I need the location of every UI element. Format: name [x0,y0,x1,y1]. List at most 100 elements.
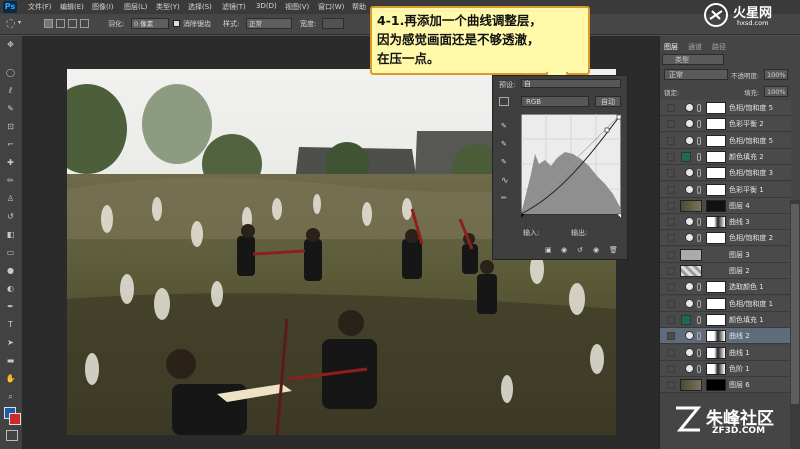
layer-mask-thumbnail[interactable] [706,232,726,245]
layer-mask-thumbnail[interactable] [706,346,726,359]
quick-select-tool-icon[interactable]: ✎ [5,104,16,114]
layer-mask-thumbnail[interactable] [706,297,726,310]
eyedropper-tool-icon[interactable]: ⌐ [5,140,16,150]
layer-row[interactable]: 色相/饱和度 5 [660,132,791,149]
layer-mask-thumbnail[interactable] [706,150,726,163]
width-input[interactable] [322,18,344,29]
visibility-eye-icon[interactable] [667,120,675,129]
menu-help[interactable]: 帮助 [352,2,366,12]
layer-mask-thumbnail[interactable] [706,362,726,375]
quick-mask-icon[interactable] [6,430,18,441]
menu-select[interactable]: 选择(S) [188,2,212,12]
menu-type[interactable]: 类型(Y) [156,2,180,12]
layer-row[interactable]: 颜色填充 2 [660,148,791,165]
chain-link-icon[interactable] [697,169,701,178]
chain-link-icon[interactable] [697,218,701,227]
clip-to-layer-icon[interactable]: ▣ [545,246,552,254]
menu-layer[interactable]: 图层(L) [124,2,147,12]
visibility-icon[interactable]: ◉ [593,246,599,254]
layer-row[interactable]: 色彩平衡 1 [660,181,791,198]
chain-link-icon[interactable] [697,152,701,161]
preset-select[interactable]: 自 [521,79,621,88]
new-selection-icon[interactable] [44,19,53,28]
gradient-tool-icon[interactable]: ▭ [5,248,16,258]
visibility-eye-icon[interactable] [667,348,675,357]
visibility-eye-icon[interactable] [667,283,675,292]
visibility-eye-icon[interactable] [667,185,675,194]
eyedropper-white-icon[interactable]: ✎ [501,158,507,166]
layer-mask-thumbnail[interactable] [706,216,726,229]
elliptical-marquee-icon[interactable] [6,19,15,28]
visibility-eye-icon[interactable] [667,136,675,145]
opacity-input[interactable]: 100% [764,69,788,80]
hand-adjust-icon[interactable] [499,97,509,106]
layers-scrollbar-thumb[interactable] [791,204,799,404]
menu-edit[interactable]: 编辑(E) [60,2,84,12]
visibility-eye-icon[interactable] [667,299,675,308]
visibility-eye-icon[interactable] [667,201,675,210]
chain-link-icon[interactable] [697,348,701,357]
visibility-eye-icon[interactable] [667,104,675,112]
layer-mask-thumbnail[interactable] [706,167,726,180]
layer-mask-thumbnail[interactable] [706,134,726,147]
layer-row[interactable]: 颜色填充 1 [660,311,791,328]
layer-row[interactable]: 曲线 2 [660,328,791,345]
menu-filter[interactable]: 滤镜(T) [222,2,246,12]
pen-tool-icon[interactable]: ✒ [5,302,16,312]
auto-button[interactable]: 自动 [595,96,621,107]
lasso-tool-icon[interactable]: ℓ [5,86,16,96]
menu-image[interactable]: 图像(I) [92,2,114,12]
channel-select[interactable]: RGB [521,96,589,107]
visibility-eye-icon[interactable] [667,152,675,161]
crop-tool-icon[interactable]: ⊡ [5,122,16,132]
layer-row[interactable]: 色彩平衡 2 [660,116,791,133]
menu-file[interactable]: 文件(F) [28,2,52,12]
background-color-swatch[interactable] [9,413,21,425]
clone-stamp-tool-icon[interactable]: ♙ [5,194,16,204]
view-previous-icon[interactable]: ◉ [561,246,567,254]
layer-row[interactable]: 图层 2 [660,263,791,279]
delete-icon[interactable]: 🗑 [609,246,618,254]
chain-link-icon[interactable] [697,136,701,145]
visibility-eye-icon[interactable] [667,169,675,178]
layer-row[interactable]: 色相/饱和度 2 [660,230,791,247]
type-tool-icon[interactable]: T [5,320,16,330]
dropdown-arrow-icon[interactable]: ▾ [18,19,21,26]
chain-link-icon[interactable] [697,315,701,324]
chain-link-icon[interactable] [697,364,701,373]
kind-filter-select[interactable]: 类型 [662,54,724,65]
layer-row[interactable]: 色相/饱和度 5 [660,100,791,116]
eyedropper-black-icon[interactable]: ✎ [501,122,507,130]
chain-link-icon[interactable] [697,332,701,341]
layer-mask-thumbnail[interactable] [706,199,726,212]
path-select-tool-icon[interactable]: ➤ [5,338,16,348]
move-tool-icon[interactable]: ✥ [5,40,16,50]
tab-layers[interactable]: 图层 [664,42,678,52]
visibility-eye-icon[interactable] [667,315,675,324]
intersect-selection-icon[interactable] [80,19,89,28]
layer-row[interactable]: 色相/饱和度 3 [660,165,791,182]
style-select[interactable]: 正常 [246,18,292,29]
layer-row[interactable]: 图层 6 [660,377,791,394]
reset-icon[interactable]: ↺ [577,246,583,254]
visibility-eye-icon[interactable] [667,381,675,390]
layer-row[interactable]: 图层 3 [660,246,791,263]
layer-mask-thumbnail[interactable] [706,313,726,326]
layer-mask-thumbnail[interactable] [706,281,726,294]
visibility-eye-icon[interactable] [667,234,675,243]
blur-tool-icon[interactable]: ● [5,266,16,276]
visibility-eye-icon[interactable] [667,218,675,227]
layer-row[interactable]: 曲线 1 [660,344,791,361]
layer-mask-thumbnail[interactable] [706,379,726,392]
layer-mask-thumbnail[interactable] [706,330,726,343]
feather-input[interactable]: 0 像素 [131,18,169,29]
layer-mask-thumbnail[interactable] [706,102,726,114]
antialias-checkbox[interactable] [173,20,180,27]
visibility-eye-icon[interactable] [667,250,675,259]
add-selection-icon[interactable] [56,19,65,28]
visibility-eye-icon[interactable] [667,332,675,341]
fill-input[interactable]: 100% [764,86,788,97]
tab-paths[interactable]: 路径 [712,42,726,52]
brush-tool-icon[interactable]: ✏ [5,176,16,186]
layer-row[interactable]: 色相/饱和度 1 [660,295,791,312]
